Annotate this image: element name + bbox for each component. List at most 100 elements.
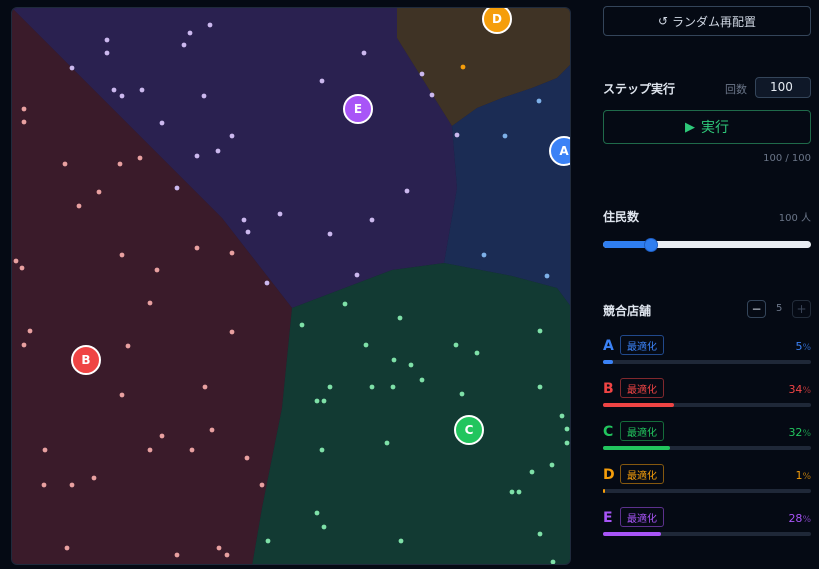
map-canvas[interactable]: D E A B C — [12, 8, 571, 565]
resident-dot — [327, 384, 333, 390]
resident-dot — [187, 30, 193, 36]
resident-dot — [454, 132, 460, 138]
resident-dot — [125, 343, 131, 349]
resident-dot — [241, 217, 247, 223]
run-button[interactable]: ▶ 実行 — [603, 110, 811, 144]
resident-dot — [245, 229, 251, 235]
resident-dot — [215, 148, 221, 154]
resident-dot — [419, 377, 425, 383]
store-marker-label: D — [492, 12, 502, 26]
store-share: 5% — [795, 340, 811, 353]
resident-dot — [550, 559, 556, 564]
resident-dot — [159, 120, 165, 126]
population-slider[interactable] — [603, 238, 811, 252]
resident-dot — [91, 475, 97, 481]
resident-dot — [384, 440, 390, 446]
optimize-button-e[interactable]: 最適化 — [620, 507, 664, 527]
increase-stores-button[interactable]: + — [792, 300, 811, 318]
store-marker-a[interactable]: A — [549, 136, 571, 166]
store-marker-label: A — [559, 144, 569, 158]
resident-dot — [369, 217, 375, 223]
share-value: 32 — [788, 426, 803, 439]
store-letter: C — [603, 424, 614, 440]
optimize-button-a[interactable]: 最適化 — [620, 335, 664, 355]
share-bar-fill — [603, 403, 674, 407]
store-share: 28% — [788, 512, 811, 525]
random-relocate-label: ランダム再配置 — [672, 14, 757, 29]
competitors-title: 競合店舗 — [603, 304, 652, 318]
decrease-stores-button[interactable]: − — [747, 300, 766, 318]
slider-thumb[interactable] — [643, 238, 658, 252]
resident-dot — [277, 211, 283, 217]
resident-dot — [64, 545, 70, 551]
resident-dot — [502, 133, 508, 139]
resident-dot — [564, 440, 570, 446]
resident-dot — [481, 252, 487, 258]
resident-dot — [265, 538, 271, 544]
play-icon: ▶ — [685, 119, 695, 135]
resident-dot — [229, 250, 235, 256]
resident-dot — [314, 398, 320, 404]
store-share: 34% — [788, 383, 811, 396]
store-letter: B — [603, 381, 614, 397]
resident-dot — [27, 328, 33, 334]
resident-dot — [181, 42, 187, 48]
store-row-c: C 最適化 32% — [603, 421, 811, 453]
resident-dot — [419, 71, 425, 77]
optimize-button-b[interactable]: 最適化 — [620, 378, 664, 398]
run-label: 実行 — [701, 120, 729, 136]
store-row-b: B 最適化 34% — [603, 378, 811, 410]
resident-dot — [536, 98, 542, 104]
resident-dot — [139, 87, 145, 93]
resident-dot — [104, 50, 110, 56]
count-input[interactable]: 100 — [755, 77, 811, 98]
percent-sign: % — [802, 429, 811, 439]
resident-dot — [459, 391, 465, 397]
optimize-button-c[interactable]: 最適化 — [620, 421, 664, 441]
resident-dot — [216, 545, 222, 551]
store-marker-label: B — [81, 353, 90, 367]
refresh-icon: ↺ — [657, 14, 669, 28]
resident-dot — [117, 161, 123, 167]
resident-dot — [159, 433, 165, 439]
resident-dot — [194, 245, 200, 251]
optimize-button-d[interactable]: 最適化 — [620, 464, 664, 484]
share-bar-fill — [603, 446, 670, 450]
share-bar-track — [603, 489, 811, 493]
resident-dot — [104, 37, 110, 43]
percent-sign: % — [802, 515, 811, 525]
resident-dot — [361, 50, 367, 56]
random-relocate-button[interactable]: ↺ ランダム再配置 — [603, 6, 811, 36]
resident-dot — [408, 362, 414, 368]
resident-dot — [259, 482, 265, 488]
store-letter: A — [603, 338, 614, 354]
share-bar-fill — [603, 532, 662, 536]
percent-sign: % — [802, 386, 811, 396]
resident-dot — [264, 280, 270, 286]
resident-dot — [194, 153, 200, 159]
store-marker-c[interactable]: C — [454, 415, 484, 445]
population-title: 住民数 — [603, 210, 640, 224]
share-bar-track — [603, 446, 811, 450]
voronoi-map[interactable]: D E A B C — [11, 7, 571, 565]
resident-dot — [137, 155, 143, 161]
count-label: 回数 — [725, 83, 747, 96]
store-share: 1% — [795, 469, 811, 482]
population-value: 100 人 — [778, 213, 811, 224]
store-row-d: D 最適化 1% — [603, 464, 811, 496]
resident-dot — [147, 300, 153, 306]
resident-dot — [404, 188, 410, 194]
resident-dot — [516, 489, 522, 495]
resident-dot — [564, 426, 570, 432]
resident-dot — [21, 342, 27, 348]
resident-dot — [363, 342, 369, 348]
store-marker-b[interactable]: B — [71, 345, 101, 375]
resident-dot — [327, 231, 333, 237]
store-marker-d[interactable]: D — [482, 8, 512, 34]
resident-dot — [429, 92, 435, 98]
resident-dot — [319, 78, 325, 84]
resident-dot — [398, 538, 404, 544]
store-marker-e[interactable]: E — [343, 94, 373, 124]
resident-dot — [224, 552, 230, 558]
resident-dot — [321, 398, 327, 404]
